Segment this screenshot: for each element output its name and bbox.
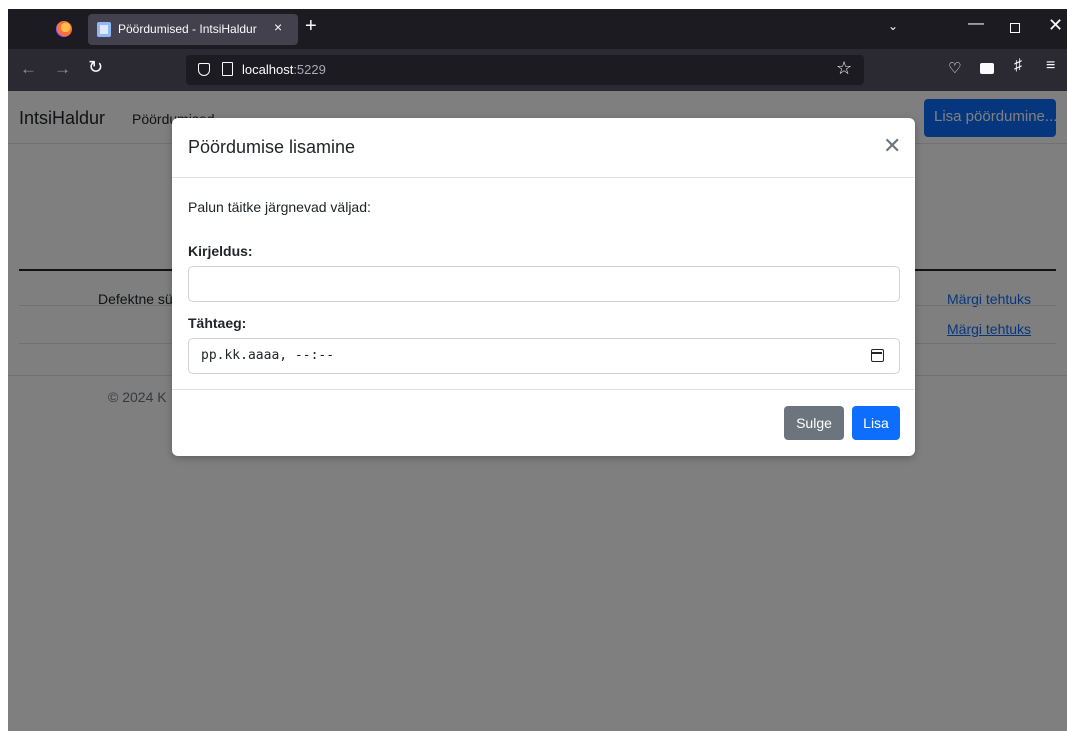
menu-icon[interactable]: ≡ xyxy=(1046,57,1055,75)
url-host: localhost xyxy=(242,62,294,77)
maximize-icon[interactable] xyxy=(1010,23,1020,33)
web-page: IntsiHaldur Pöördumised Lisa pöördumine.… xyxy=(8,91,1067,731)
page-favicon-icon xyxy=(97,22,111,37)
reload-icon[interactable]: ↻ xyxy=(88,57,103,78)
forward-arrow-icon[interactable]: → xyxy=(54,59,71,79)
new-tab-icon[interactable]: + xyxy=(305,16,317,36)
tab-title: Pöördumised - IntsiHaldur xyxy=(118,22,257,36)
due-date-placeholder: pp.kk.aaaa, --:-- xyxy=(201,348,335,363)
pocket-icon[interactable]: ♡ xyxy=(948,59,961,77)
calendar-icon[interactable] xyxy=(871,349,884,362)
url-bar[interactable]: localhost:5229 ☆ xyxy=(186,55,864,85)
description-input[interactable] xyxy=(188,266,900,302)
url-text[interactable]: localhost:5229 xyxy=(242,62,326,77)
modal-header-divider xyxy=(172,177,915,178)
browser-window: Pöördumised - IntsiHaldur × + ⌄ — ✕ ← → … xyxy=(8,9,1067,731)
firefox-logo-icon[interactable] xyxy=(56,21,72,37)
modal-intro-text: Palun täitke järgnevad väljad: xyxy=(188,199,371,215)
minimize-icon[interactable]: — xyxy=(968,15,984,33)
reader-icon[interactable] xyxy=(980,63,994,74)
submit-button[interactable]: Lisa xyxy=(852,406,900,440)
extensions-icon[interactable]: ♯ xyxy=(1014,57,1022,75)
tab-close-icon[interactable]: × xyxy=(274,19,282,35)
shield-icon[interactable] xyxy=(198,63,210,76)
url-port: :5229 xyxy=(293,62,326,77)
due-date-input[interactable]: pp.kk.aaaa, --:-- xyxy=(188,338,900,374)
page-icon[interactable] xyxy=(222,62,233,76)
window-close-icon[interactable]: ✕ xyxy=(1048,15,1063,36)
add-request-modal: Pöördumise lisamine ✕ Palun täitke järgn… xyxy=(172,118,915,456)
back-arrow-icon[interactable]: ← xyxy=(20,59,37,79)
close-icon[interactable]: ✕ xyxy=(883,135,901,157)
navigation-toolbar: ← → ↻ localhost:5229 ☆ ♡ ♯ ≡ xyxy=(8,49,1067,91)
due-date-label: Tähtaeg: xyxy=(188,315,247,331)
tab-bar: Pöördumised - IntsiHaldur × + ⌄ — ✕ xyxy=(8,9,1067,49)
modal-footer-divider xyxy=(172,389,915,390)
modal-title: Pöördumise lisamine xyxy=(188,137,356,157)
close-button[interactable]: Sulge xyxy=(784,406,844,440)
description-label: Kirjeldus: xyxy=(188,243,253,259)
tab-list-chevron-icon[interactable]: ⌄ xyxy=(888,19,898,33)
browser-tab[interactable]: Pöördumised - IntsiHaldur × xyxy=(88,14,298,45)
bookmark-star-icon[interactable]: ☆ xyxy=(836,58,852,79)
